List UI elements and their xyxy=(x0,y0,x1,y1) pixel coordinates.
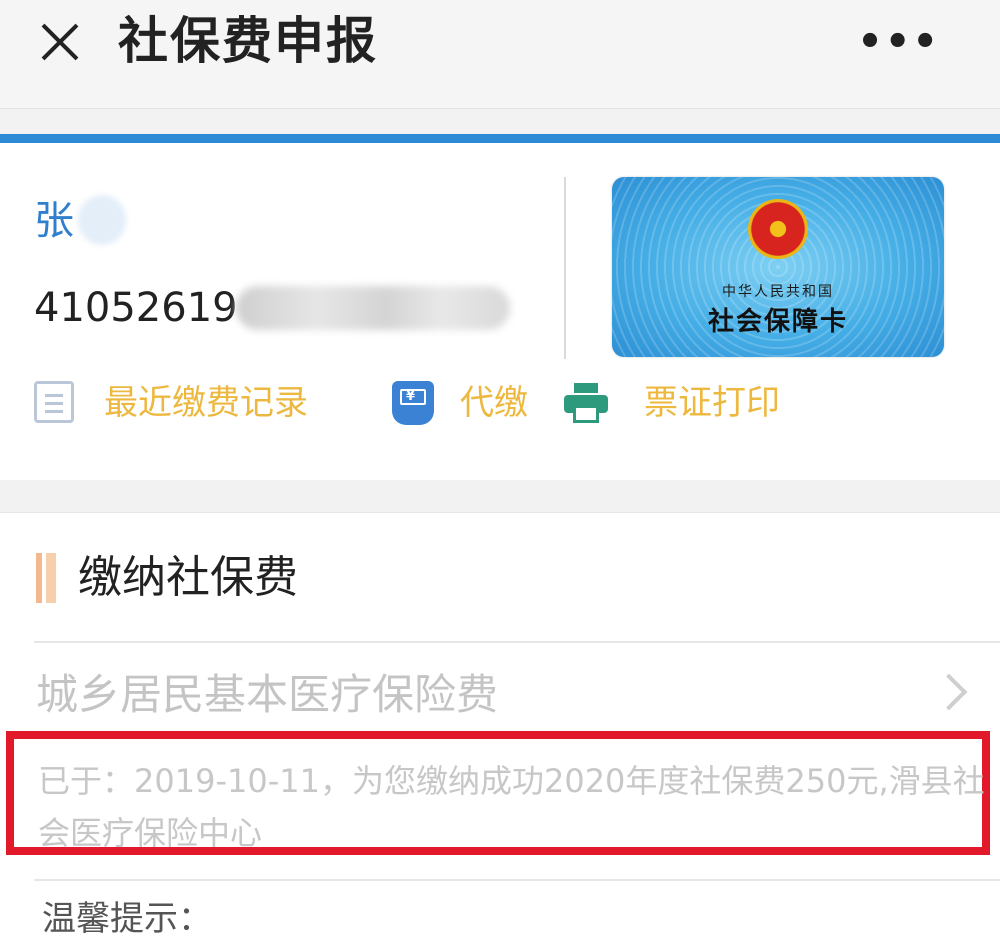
more-options-button[interactable]: ••• xyxy=(857,22,940,62)
divider-2 xyxy=(34,879,1000,881)
proxy-pay-label: 代缴 xyxy=(460,383,528,423)
recent-payments-label: 最近缴费记录 xyxy=(104,383,308,423)
insurance-item-row[interactable]: 城乡居民基本医疗保险费 xyxy=(0,653,1000,727)
payment-section: 缴纳社保费 城乡居民基本医疗保险费 已于：2019-10-11，为您缴纳成功20… xyxy=(0,512,1000,946)
national-emblem-icon xyxy=(748,199,808,259)
section-marker xyxy=(36,553,42,603)
recent-payments-link[interactable]: 最近缴费记录 xyxy=(34,379,364,427)
list-icon xyxy=(34,381,74,423)
section-title: 缴纳社保费 xyxy=(78,552,298,603)
section-marker-secondary xyxy=(46,553,56,603)
top-bar: 社保费申报 ••• xyxy=(0,0,1000,109)
receipt-print-link[interactable]: 票证打印 xyxy=(564,379,810,427)
id-redaction xyxy=(236,286,510,330)
id-number: 41052619 xyxy=(34,285,238,331)
vertical-divider xyxy=(564,177,566,359)
card-title: 社会保障卡 xyxy=(707,307,848,337)
insurance-item-title: 城乡居民基本医疗保险费 xyxy=(36,670,499,719)
accent-bar xyxy=(0,134,1000,143)
social-security-card-image: 中华人民共和国 社会保障卡 xyxy=(612,177,944,357)
user-name: 张 xyxy=(34,198,74,244)
chevron-right-icon xyxy=(930,673,968,711)
payment-notice: 已于：2019-10-11，为您缴纳成功2020年度社保费250元,滑县社会医疗… xyxy=(38,762,985,852)
payment-hand-icon: ¥ xyxy=(392,381,434,425)
printer-icon xyxy=(564,383,608,423)
page-title: 社保费申报 xyxy=(118,12,378,70)
close-icon[interactable] xyxy=(36,18,84,66)
name-redaction xyxy=(78,195,126,245)
proxy-pay-link[interactable]: ¥ 代缴 xyxy=(392,379,552,427)
account-card: 张 41052619 中华人民共和国 社会保障卡 最近缴费记录 ¥ 代缴 票证打… xyxy=(0,143,1000,480)
card-subtitle: 中华人民共和国 xyxy=(722,284,834,300)
tip-heading: 温馨提示： xyxy=(42,899,212,939)
divider xyxy=(34,641,1000,643)
receipt-print-label: 票证打印 xyxy=(644,383,780,423)
